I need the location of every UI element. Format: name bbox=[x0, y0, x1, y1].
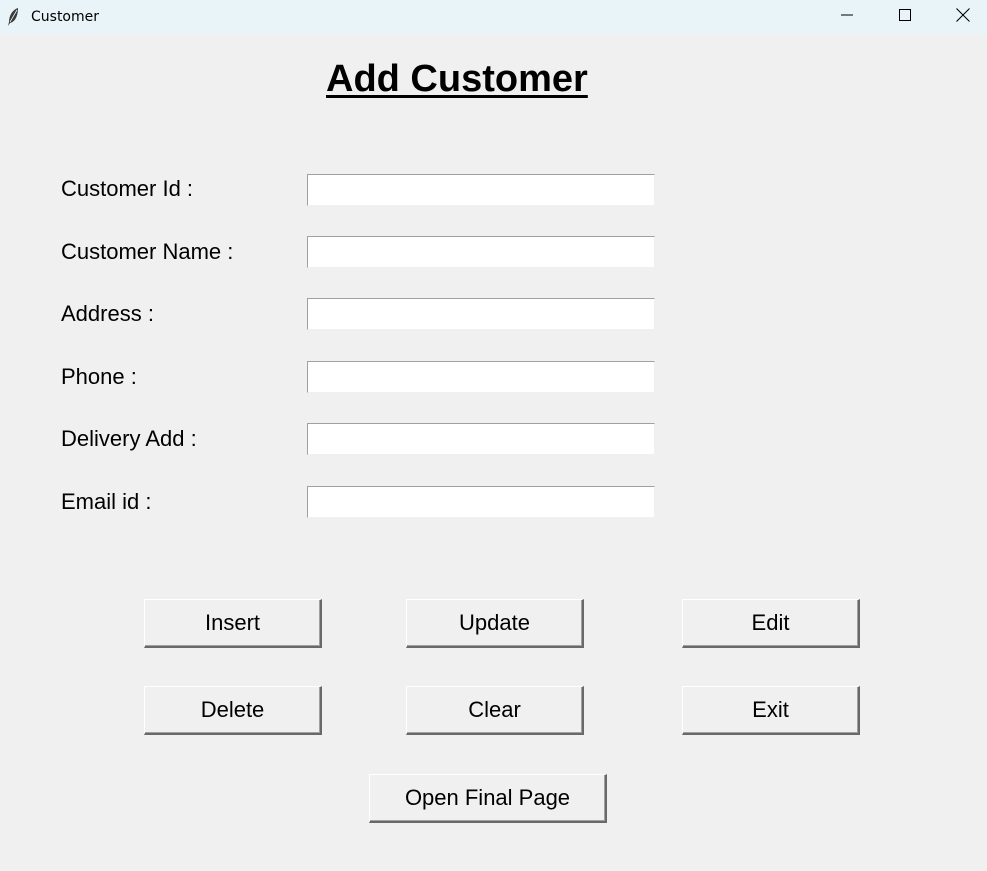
phone-label: Phone : bbox=[61, 364, 137, 389]
customer-id-label: Customer Id : bbox=[61, 176, 194, 201]
email-label: Email id : bbox=[61, 489, 152, 514]
update-button[interactable]: Update bbox=[406, 599, 584, 648]
title-bar: Customer bbox=[0, 0, 987, 34]
address-label: Address : bbox=[61, 301, 154, 326]
exit-button[interactable]: Exit bbox=[682, 686, 860, 735]
maximize-button[interactable] bbox=[877, 0, 933, 34]
phone-input[interactable] bbox=[307, 361, 655, 393]
window-title: Customer bbox=[31, 9, 100, 25]
delivery-address-input[interactable] bbox=[307, 423, 655, 455]
insert-button[interactable]: Insert bbox=[144, 599, 322, 648]
customer-name-label: Customer Name : bbox=[61, 239, 234, 264]
address-input[interactable] bbox=[307, 298, 655, 330]
email-input[interactable] bbox=[307, 486, 655, 518]
delete-button[interactable]: Delete bbox=[144, 686, 322, 735]
customer-name-input[interactable] bbox=[307, 236, 655, 268]
open-final-page-button[interactable]: Open Final Page bbox=[369, 774, 607, 823]
delivery-address-label: Delivery Add : bbox=[61, 426, 197, 451]
minimize-icon bbox=[841, 8, 853, 26]
close-icon bbox=[956, 7, 970, 27]
page-title: Add Customer bbox=[326, 58, 588, 100]
feather-icon bbox=[6, 7, 20, 27]
maximize-icon bbox=[899, 8, 911, 26]
customer-id-input[interactable] bbox=[307, 174, 655, 206]
close-button[interactable] bbox=[935, 0, 987, 34]
edit-button[interactable]: Edit bbox=[682, 599, 860, 648]
clear-button[interactable]: Clear bbox=[406, 686, 584, 735]
minimize-button[interactable] bbox=[819, 0, 875, 34]
